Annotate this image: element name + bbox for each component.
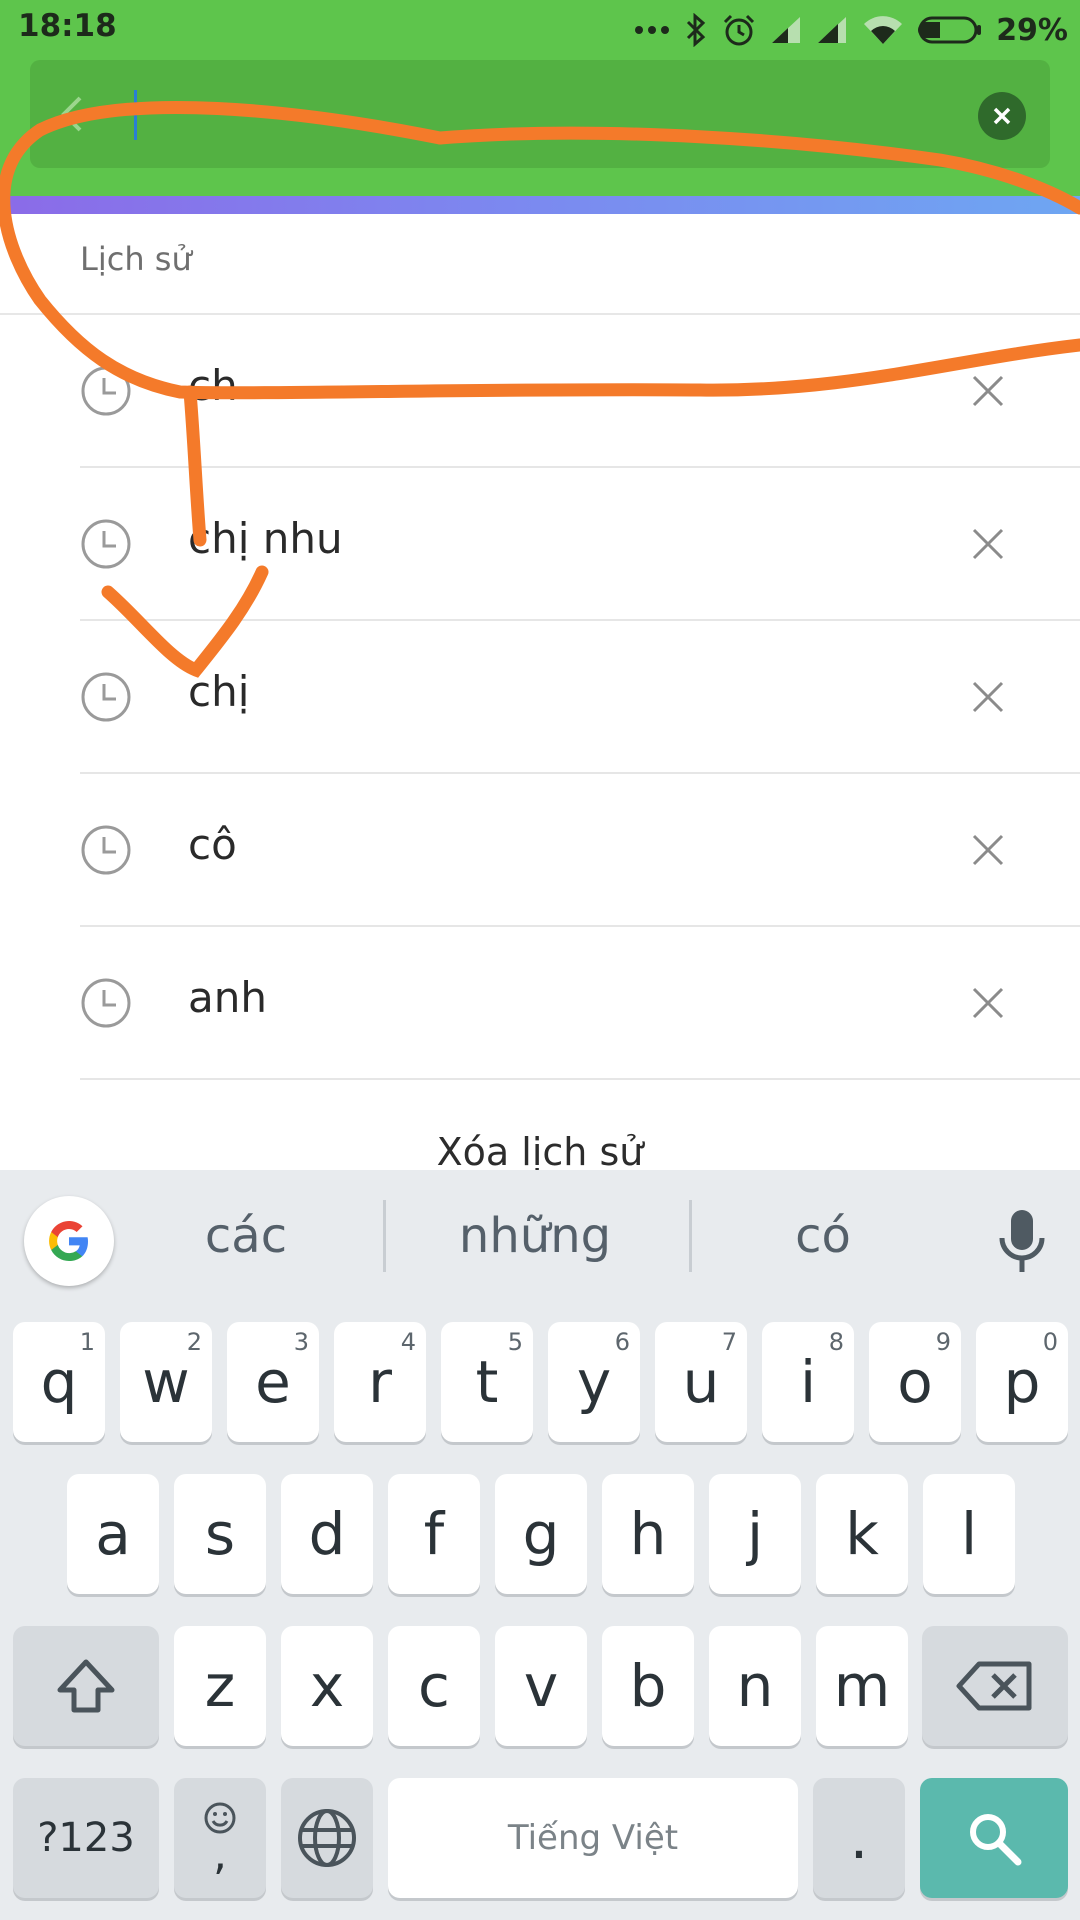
screen: 18:18 29% Lịch sử ch chị nhu chị cô anh … [0,0,1080,1920]
annotation-scribble [0,101,1080,678]
